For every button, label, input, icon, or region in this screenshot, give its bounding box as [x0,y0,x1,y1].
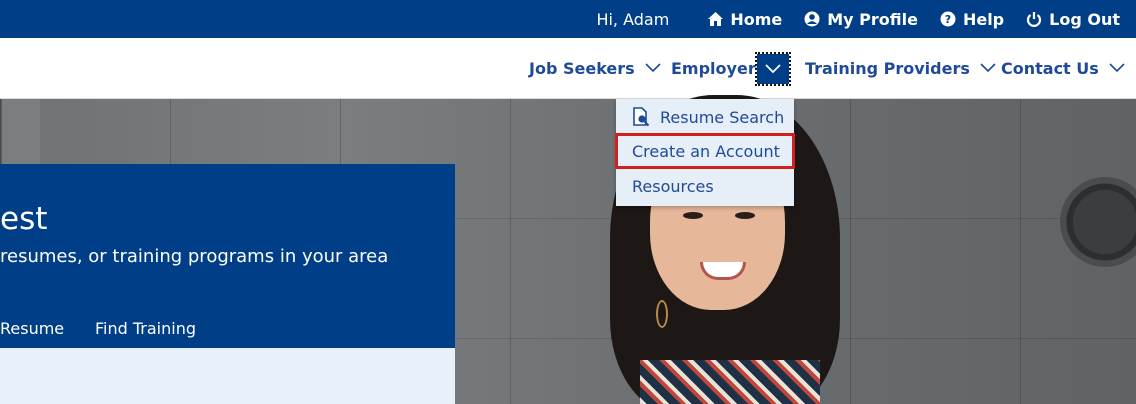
chevron-down-icon [765,64,781,74]
home-label: Home [730,9,783,29]
tab-resume[interactable]: Resume [0,319,64,338]
nav-job-seekers[interactable]: Job Seekers [529,38,663,98]
home-icon [707,11,723,27]
search-card-title: est [0,201,48,237]
chevron-down-icon[interactable] [643,58,663,78]
log-out-label: Log Out [1049,9,1120,29]
nav-training-providers[interactable]: Training Providers [805,38,998,98]
page: Hi, Adam Home My Profile ? Help Log Out [0,0,1136,404]
my-profile-label: My Profile [827,9,918,29]
menu-item-create-account-label: Create an Account [632,141,780,161]
nav-contact-us[interactable]: Contact Us [1001,38,1127,98]
chevron-down-icon[interactable] [978,58,998,78]
user-greeting: Hi, Adam [596,9,670,29]
search-card-body: l [0,348,455,404]
help-link[interactable]: ? Help [940,10,1004,29]
help-label: Help [962,9,1005,29]
menu-item-resume-search[interactable]: Resume Search [616,100,794,134]
menu-item-resume-search-label: Resume Search [660,107,785,127]
menu-item-resources-label: Resources [632,176,714,196]
search-card: est resumes, or training programs in you… [0,164,455,348]
main-nav: Job Seekers Employers Training Providers… [0,38,1136,99]
employers-menu-toggle[interactable] [755,52,791,86]
menu-item-create-account[interactable]: Create an Account [615,133,795,169]
person-eye-decoration [683,212,703,219]
menu-item-resources[interactable]: Resources [616,169,794,203]
person-eye-decoration [735,212,755,219]
user-icon [804,11,820,27]
nav-training-providers-label: Training Providers [805,58,970,78]
power-icon [1026,11,1042,27]
log-out-link[interactable]: Log Out [1026,10,1120,29]
nav-employers[interactable]: Employers [671,38,765,98]
search-card-subtitle: resumes, or training programs in your ar… [0,246,389,267]
help-icon: ? [940,11,956,27]
person-shirt-decoration [640,360,820,404]
employers-dropdown-menu: Resume Search Create an Account Resource… [615,99,795,206]
svg-text:?: ? [945,13,951,26]
nav-employers-label: Employers [671,58,766,78]
person-earring-decoration [656,300,668,328]
my-profile-link[interactable]: My Profile [804,10,918,29]
nav-job-seekers-label: Job Seekers [529,58,635,78]
chevron-down-icon[interactable] [1107,58,1127,78]
nav-contact-us-label: Contact Us [1001,58,1099,78]
utility-bar: Hi, Adam Home My Profile ? Help Log Out [0,0,1136,38]
document-search-icon [632,107,650,127]
tab-find-training[interactable]: Find Training [95,319,196,338]
home-link[interactable]: Home [707,10,782,29]
